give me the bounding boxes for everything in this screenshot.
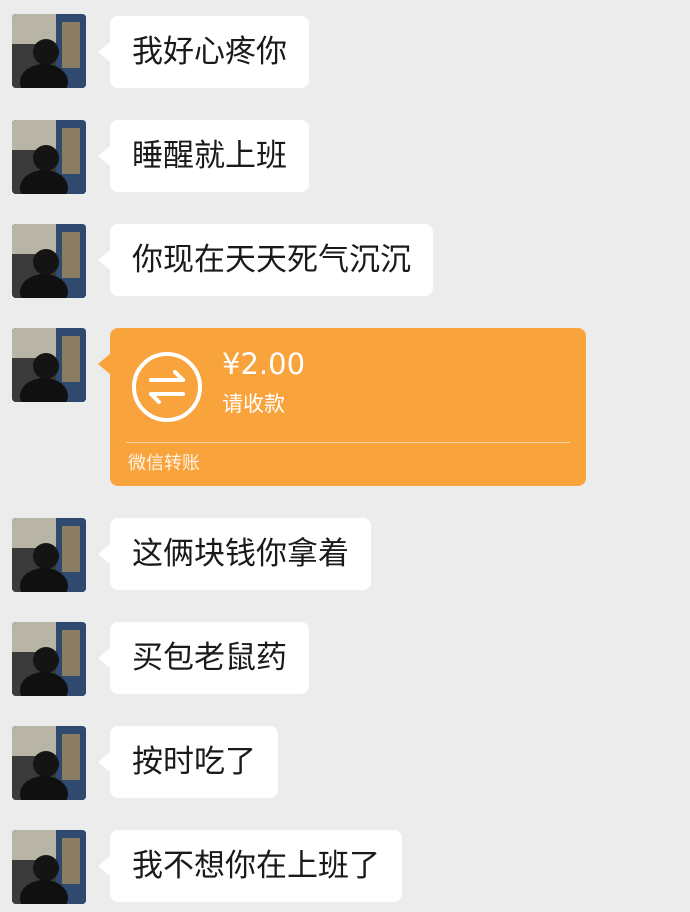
sender-avatar[interactable] — [12, 224, 86, 298]
message-bubble[interactable]: 买包老鼠药 — [98, 622, 309, 694]
sender-avatar[interactable] — [12, 726, 86, 800]
avatar-photo-icon — [12, 14, 86, 88]
avatar-photo-icon — [12, 726, 86, 800]
transfer-source-label: 微信转账 — [128, 453, 200, 474]
avatar-photo-icon — [12, 622, 86, 696]
avatar-photo-icon — [12, 830, 86, 904]
message-bubble[interactable]: 你现在天天死气沉沉 — [98, 224, 433, 296]
message-bubble[interactable]: 我好心疼你 — [98, 16, 309, 88]
avatar-photo-icon — [12, 120, 86, 194]
transfer-note: 请收款 — [222, 392, 285, 416]
sender-avatar[interactable] — [12, 830, 86, 904]
message-bubble[interactable]: 我不想你在上班了 — [98, 830, 402, 902]
transfer-card[interactable]: ¥2.00 请收款 微信转账 — [98, 328, 586, 486]
sender-avatar[interactable] — [12, 328, 86, 402]
avatar-photo-icon — [12, 328, 86, 402]
message-bubble[interactable]: 这俩块钱你拿着 — [98, 518, 371, 590]
sender-avatar[interactable] — [12, 518, 86, 592]
avatar-photo-icon — [12, 518, 86, 592]
divider — [126, 442, 570, 443]
chat-message-list[interactable]: 我好心疼你 睡醒就上班 你现在天天死气沉沉 ¥2.00 请收款 微信转账 这俩块… — [0, 0, 690, 912]
sender-avatar[interactable] — [12, 120, 86, 194]
transfer-arrows-icon — [132, 352, 202, 422]
avatar-photo-icon — [12, 224, 86, 298]
message-bubble[interactable]: 按时吃了 — [98, 726, 278, 798]
message-bubble[interactable]: 睡醒就上班 — [98, 120, 309, 192]
transfer-amount: ¥2.00 — [222, 347, 306, 381]
sender-avatar[interactable] — [12, 622, 86, 696]
sender-avatar[interactable] — [12, 14, 86, 88]
